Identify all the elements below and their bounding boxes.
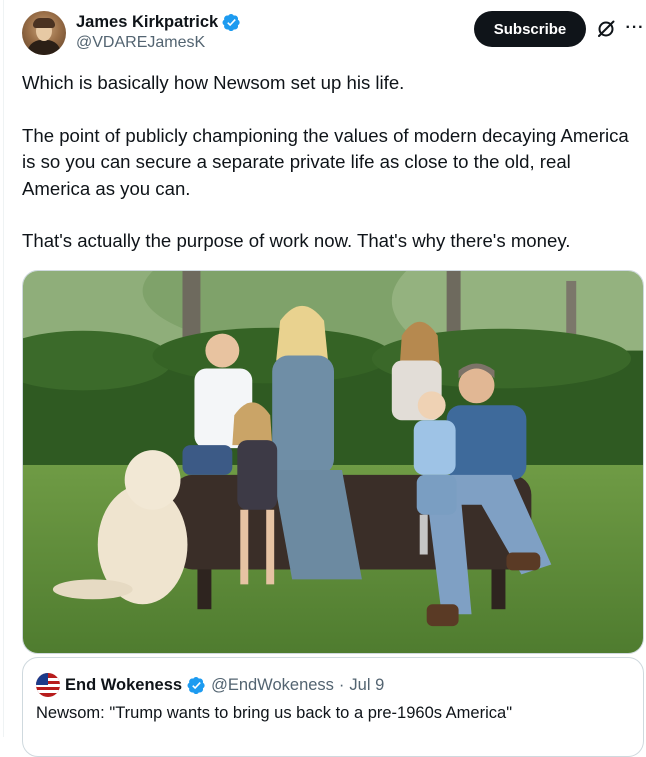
quoted-tweet-header: End Wokeness @EndWokeness · Jul 9: [36, 673, 384, 697]
author-info: James Kirkpatrick @VDAREJamesK: [76, 12, 241, 52]
more-horizontal-icon[interactable]: ···: [624, 17, 646, 39]
quoted-author-name[interactable]: End Wokeness: [65, 676, 182, 695]
separator-dot: ·: [338, 675, 345, 694]
tweet-header: James Kirkpatrick @VDAREJamesK Subscribe…: [22, 11, 643, 55]
subscribe-button[interactable]: Subscribe: [474, 11, 586, 47]
author-avatar[interactable]: [22, 11, 66, 55]
quoted-tweet[interactable]: End Wokeness @EndWokeness · Jul 9 Newsom…: [22, 657, 644, 757]
tweet-paragraph: The point of publicly championing the va…: [22, 124, 629, 199]
family-photo-image: [23, 271, 643, 653]
timeline-divider: [3, 0, 4, 737]
quoted-author-avatar[interactable]: [36, 673, 60, 697]
quoted-tweet-text: Newsom: "Trump wants to bring us back to…: [36, 704, 513, 722]
verified-badge-icon: [222, 13, 240, 31]
tweet-paragraph: Which is basically how Newsom set up his…: [22, 72, 405, 93]
author-name[interactable]: James Kirkpatrick: [76, 13, 218, 32]
tweet-text: Which is basically how Newsom set up his…: [22, 70, 634, 255]
tweet-photo[interactable]: [22, 270, 644, 654]
author-handle[interactable]: @VDAREJamesK: [76, 34, 241, 52]
grok-icon[interactable]: [596, 19, 616, 39]
verified-badge-icon: [187, 676, 205, 694]
quoted-author-handle[interactable]: @EndWokeness: [211, 676, 334, 695]
tweet-paragraph: That's actually the purpose of work now.…: [22, 230, 571, 252]
quoted-tweet-date[interactable]: Jul 9: [349, 676, 384, 695]
